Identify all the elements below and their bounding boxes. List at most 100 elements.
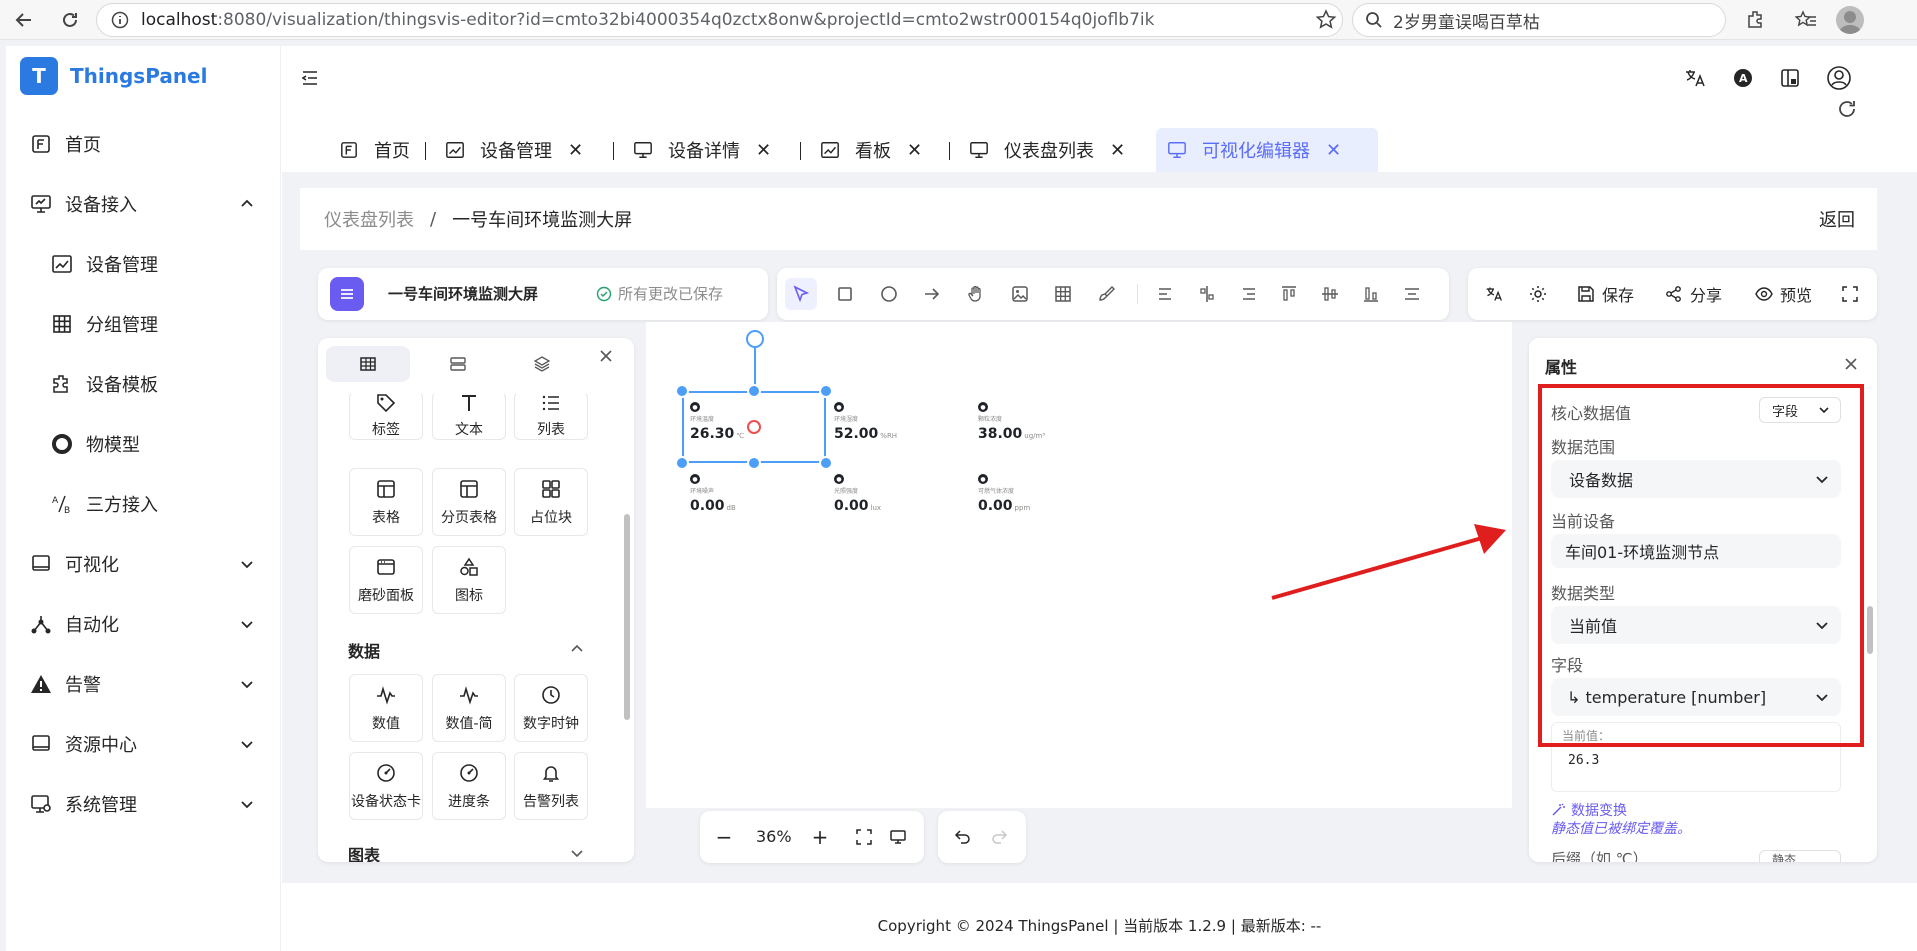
hand-tool-icon[interactable] (960, 278, 992, 310)
sidebar-item-system-management[interactable]: 系统管理 (6, 780, 281, 828)
data-transform-link[interactable]: 数据变换 (1551, 800, 1627, 820)
align-right-icon[interactable] (1232, 278, 1264, 310)
layout-icon[interactable] (1776, 64, 1804, 92)
circle-tool-icon[interactable] (873, 278, 905, 310)
sidebar-item-home[interactable]: 首页 (6, 120, 281, 168)
back-icon[interactable] (10, 6, 38, 34)
tab-device-details[interactable]: 设备详情 ✕ (622, 128, 781, 172)
fit-screen-icon[interactable] (852, 825, 876, 849)
metric-card[interactable]: ● 光照强度 0.00 lux (834, 474, 881, 514)
metric-card[interactable]: ● 环境噪声 0.00 dB (690, 474, 736, 514)
component-list[interactable]: 列表 (514, 392, 588, 440)
rectangle-tool-icon[interactable] (829, 278, 861, 310)
component-panel-scrollbar[interactable] (624, 514, 630, 720)
tab-visual-editor[interactable]: 可视化编辑器 ✕ (1156, 128, 1378, 172)
user-avatar-icon[interactable] (1825, 64, 1853, 92)
metric-card[interactable]: ● 环境湿度 52.00 %RH (834, 402, 897, 442)
close-icon[interactable]: ✕ (907, 140, 922, 161)
component-alarm-list[interactable]: 告警列表 (514, 752, 588, 820)
preview-button[interactable]: 预览 (1754, 282, 1812, 306)
paint-brush-tool-icon[interactable] (1091, 278, 1123, 310)
zoom-out-button[interactable]: − (712, 825, 736, 849)
back-link[interactable]: 返回 (1819, 206, 1855, 232)
component-digital-clock[interactable]: 数字时钟 (514, 674, 588, 742)
zoom-in-button[interactable]: + (808, 825, 832, 849)
sidebar-item-group-management[interactable]: 分组管理 (6, 300, 281, 348)
tab-home[interactable]: 首页 (328, 128, 420, 172)
metric-card[interactable]: ● 可燃气体浓度 0.00 ppm (978, 474, 1030, 514)
chevron-up-icon[interactable] (570, 642, 584, 656)
reload-icon[interactable] (56, 6, 84, 34)
align-middle-icon[interactable] (1314, 278, 1346, 310)
chevron-down-icon[interactable] (570, 846, 584, 860)
component-icon[interactable]: 图标 (432, 546, 506, 614)
breadcrumb-dashboard-list[interactable]: 仪表盘列表 (324, 206, 414, 232)
favorites-icon[interactable] (1792, 6, 1820, 34)
favorite-star-icon[interactable] (1312, 6, 1340, 34)
align-center-vertical-icon[interactable] (1191, 278, 1223, 310)
extensions-icon[interactable] (1742, 6, 1770, 34)
component-placeholder[interactable]: 占位块 (514, 468, 588, 536)
component-value-simple[interactable]: 数值-简 (432, 674, 506, 742)
properties-scrollbar[interactable] (1867, 606, 1873, 654)
rotation-handle[interactable] (746, 330, 764, 348)
sidebar-item-device-access[interactable]: 设备接入 (6, 180, 281, 228)
arrow-tool-icon[interactable] (916, 278, 948, 310)
image-tool-icon[interactable] (1004, 278, 1036, 310)
resize-handle-bottom[interactable] (747, 456, 761, 470)
theme-a-icon[interactable]: A (1729, 64, 1757, 92)
component-frosted-panel[interactable]: 磨砂面板 (349, 546, 423, 614)
section-charts[interactable]: 图表 (348, 842, 380, 862)
component-progress-bar[interactable]: 进度条 (432, 752, 506, 820)
component-value[interactable]: 数值 (349, 674, 423, 742)
sidebar-item-resource-center[interactable]: 资源中心 (6, 720, 281, 768)
sidebar-item-alarm[interactable]: 告警 (6, 660, 281, 708)
align-top-icon[interactable] (1273, 278, 1305, 310)
sidebar-item-third-party[interactable]: AB 三方接入 (6, 480, 281, 528)
close-icon[interactable]: ✕ (1326, 140, 1341, 161)
undo-icon[interactable] (950, 825, 974, 849)
section-data[interactable]: 数据 (348, 638, 380, 662)
resize-handle-bottom-left[interactable] (675, 456, 689, 470)
component-device-status-card[interactable]: 设备状态卡 (349, 752, 423, 820)
component-text[interactable]: 文本 (432, 392, 506, 440)
component-table[interactable]: 表格 (349, 468, 423, 536)
align-left-icon[interactable] (1150, 278, 1182, 310)
tab-components-grid[interactable] (326, 346, 410, 382)
resize-handle-top-right[interactable] (819, 384, 833, 398)
suffix-mode-select[interactable]: 静态 (1759, 850, 1841, 862)
resize-handle-top-left[interactable] (675, 384, 689, 398)
close-icon[interactable]: ✕ (568, 140, 583, 161)
sidebar-item-device-template[interactable]: 设备模板 (6, 360, 281, 408)
component-tag[interactable]: 标签 (349, 392, 423, 440)
editor-menu-button[interactable] (330, 277, 364, 311)
table-tool-icon[interactable] (1047, 278, 1079, 310)
translate-icon[interactable] (1681, 64, 1709, 92)
select-tool-icon[interactable] (785, 278, 817, 310)
address-bar[interactable]: localhost:8080/visualization/thingsvis-e… (96, 3, 1343, 37)
tab-dashboard-list[interactable]: 仪表盘列表 ✕ (958, 128, 1135, 172)
distribute-icon[interactable] (1396, 278, 1428, 310)
sidebar-item-thing-model[interactable]: 物模型 (6, 420, 281, 468)
close-icon[interactable]: ✕ (756, 140, 771, 161)
browser-search-box[interactable]: 2岁男童误喝百草枯 (1352, 3, 1726, 37)
close-icon[interactable]: ✕ (1110, 140, 1125, 161)
brand-logo[interactable]: T ThingsPanel (20, 56, 207, 96)
tab-components-stack[interactable] (500, 346, 584, 382)
browser-profile-avatar[interactable] (1836, 6, 1864, 34)
sidebar-item-device-management[interactable]: 设备管理 (6, 240, 281, 288)
sidebar-item-automation[interactable]: 自动化 (6, 600, 281, 648)
refresh-icon[interactable] (1836, 98, 1862, 124)
sidebar-item-visualization[interactable]: 可视化 (6, 540, 281, 588)
component-paged-table[interactable]: 分页表格 (432, 468, 506, 536)
tab-components-layers[interactable] (416, 346, 500, 382)
close-icon[interactable] (598, 348, 614, 364)
close-icon[interactable] (1843, 356, 1859, 372)
fullscreen-button[interactable] (1840, 282, 1866, 306)
tab-kanban[interactable]: 看板 ✕ (809, 128, 932, 172)
project-name[interactable]: 一号车间环境监测大屏 (388, 283, 538, 304)
align-bottom-icon[interactable] (1355, 278, 1387, 310)
save-button[interactable]: 保存 (1576, 282, 1634, 306)
language-button[interactable] (1484, 282, 1510, 306)
theme-button[interactable] (1528, 282, 1554, 306)
